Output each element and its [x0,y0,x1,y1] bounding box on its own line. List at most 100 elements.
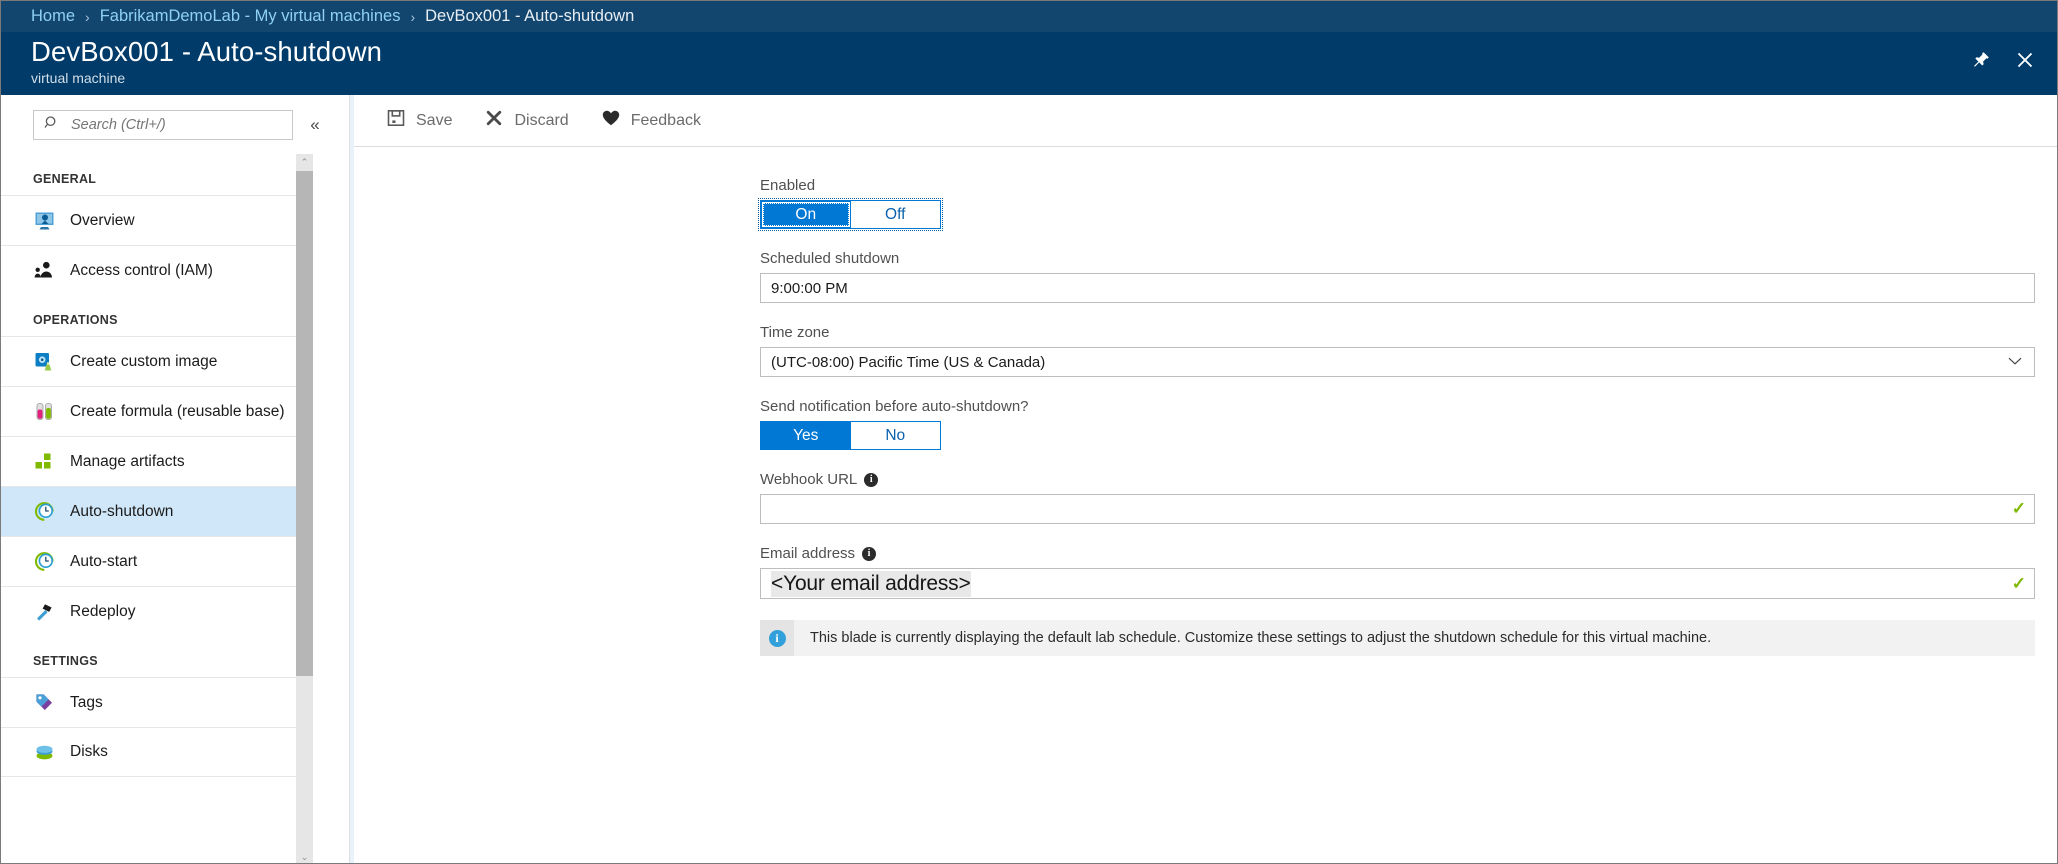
menu-scrollbar[interactable]: ⌃ ⌄ [296,154,313,863]
scheduled-shutdown-input[interactable]: 9:00:00 PM [760,273,2035,303]
content-pane: Save Discard Feedback Enabled On Off Sch… [354,95,2057,863]
page-title: DevBox001 - Auto-shutdown [31,36,383,67]
sidebar-item-label: Redeploy [70,602,136,620]
sidebar-item-label: Create custom image [70,352,218,370]
sidebar-item-tags[interactable]: Tags [1,677,313,727]
search-icon [44,115,60,136]
clock-icon [33,501,55,523]
enabled-toggle-off[interactable]: Off [850,201,940,228]
access-control-people-icon [33,260,55,282]
menu-section-title: SETTINGS [33,654,98,668]
tag-icon [33,692,55,714]
feedback-button-label: Feedback [630,111,701,129]
discard-x-icon [484,108,504,133]
save-button[interactable]: Save [370,101,468,141]
email-address-input[interactable]: <Your email address> ✓ [760,568,2035,599]
send-notification-toggle[interactable]: Yes No [760,421,941,450]
search-box[interactable] [33,110,293,140]
send-notification-field: Send notification before auto-shutdown? … [760,398,2035,450]
email-address-field: Email address i <Your email address> ✓ [760,545,2035,599]
valid-check-icon: ✓ [2011,499,2026,518]
feedback-heart-icon [601,108,621,133]
email-address-label: Email address i [760,545,2035,562]
discard-button[interactable]: Discard [468,101,584,141]
auto-shutdown-form: Enabled On Off Scheduled shutdown 9:00:0… [354,147,2057,656]
breadcrumb: Home › FabrikamDemoLab - My virtual mach… [1,1,2057,32]
webhook-url-field: Webhook URL i ✓ [760,471,2035,524]
discard-button-label: Discard [514,111,569,129]
webhook-url-label-text: Webhook URL [760,471,858,488]
webhook-url-input[interactable]: ✓ [760,494,2035,524]
time-zone-value: (UTC-08:00) Pacific Time (US & Canada) [771,353,1046,371]
info-icon[interactable]: i [862,546,877,561]
feedback-button[interactable]: Feedback [585,101,717,141]
sidebar-item-label: Manage artifacts [70,452,185,470]
menu-section-title: GENERAL [33,172,97,186]
default-schedule-notice: i This blade is currently displaying the… [760,620,2035,656]
menu-search-row: « [1,95,349,154]
scrollbar-thumb[interactable] [296,171,313,676]
overview-monitor-icon [33,210,55,232]
blade-title-actions [1971,50,2035,75]
save-button-label: Save [416,111,453,129]
scroll-up-arrow[interactable]: ⌃ [296,154,313,171]
page-subtitle: virtual machine [31,70,126,86]
left-menu: « GENERAL Overview Access control (IAM) OPE… [1,95,349,863]
sidebar-item-label: Create formula (reusable base) [70,402,285,420]
custom-image-disk-icon [33,351,55,373]
sidebar-item-redeploy[interactable]: Redeploy [1,586,313,636]
time-zone-label: Time zone [760,324,830,341]
breadcrumb-separator: › [85,8,90,25]
sidebar-item-auto-start[interactable]: Auto-start [1,536,313,586]
save-floppy-icon [386,108,406,133]
blade-title-bar: DevBox001 - Auto-shutdown virtual machin… [1,32,2057,95]
send-notification-label: Send notification before auto-shutdown? [760,398,1029,415]
info-circle-glyph: i [768,629,786,647]
breadcrumb-item-home[interactable]: Home [31,7,75,26]
clock-icon [33,551,55,573]
sidebar-item-create-custom-image[interactable]: Create custom image [1,336,313,386]
azure-portal-blade: Home › FabrikamDemoLab - My virtual mach… [0,0,2058,864]
close-icon[interactable] [2015,50,2035,75]
time-zone-select[interactable]: (UTC-08:00) Pacific Time (US & Canada) [760,347,2035,377]
sidebar-item-create-formula-reusable-base[interactable]: Create formula (reusable base) [1,386,313,436]
send-notification-no[interactable]: No [850,422,940,449]
scroll-down-arrow[interactable]: ⌄ [296,849,313,863]
sidebar-item-overview[interactable]: Overview [1,195,313,245]
breadcrumb-item-lab[interactable]: FabrikamDemoLab - My virtual machines [100,7,401,26]
email-address-label-text: Email address [760,545,856,562]
menu-section-title: OPERATIONS [33,313,118,327]
menu-scroll-area: GENERAL Overview Access control (IAM) OPERA… [1,154,349,863]
chevron-down-icon [2008,355,2022,369]
sidebar-item-access-control-iam[interactable]: Access control (IAM) [1,245,313,295]
enabled-field: Enabled On Off [758,177,2035,231]
email-address-value: <Your email address> [771,570,971,597]
sidebar-item-label: Access control (IAM) [70,261,213,279]
sidebar-item-manage-artifacts[interactable]: Manage artifacts [1,436,313,486]
sidebar-item-label: Auto-shutdown [70,502,174,520]
sidebar-item-label: Disks [70,743,108,760]
formula-testtubes-icon [33,401,55,423]
sidebar-item-label: Tags [70,693,103,711]
scheduled-shutdown-field: Scheduled shutdown 9:00:00 PM [760,250,2035,303]
collapse-menu-button[interactable]: « [299,108,331,142]
pin-icon[interactable] [1971,50,1991,75]
sidebar-item-disks[interactable]: Disks [1,727,313,777]
breadcrumb-separator: › [410,8,416,25]
sidebar-item-label: Auto-start [70,552,138,570]
command-toolbar: Save Discard Feedback [354,95,2057,147]
webhook-url-label: Webhook URL i [760,471,2035,488]
enabled-toggle-on[interactable]: On [761,201,851,228]
disks-icon [33,741,55,763]
blade-body: « GENERAL Overview Access control (IAM) OPE… [1,95,2057,863]
send-notification-yes[interactable]: Yes [761,422,851,449]
info-icon[interactable]: i [864,472,879,487]
enabled-label: Enabled [760,177,816,194]
search-input[interactable] [69,116,284,134]
manage-artifacts-squares-icon [33,451,55,473]
enabled-toggle[interactable]: On Off [758,198,943,231]
valid-check-icon: ✓ [2011,573,2026,593]
breadcrumb-item-current: DevBox001 - Auto-shutdown [425,7,635,25]
notice-text: This blade is currently displaying the d… [810,630,1712,646]
sidebar-item-auto-shutdown[interactable]: Auto-shutdown [1,486,313,536]
